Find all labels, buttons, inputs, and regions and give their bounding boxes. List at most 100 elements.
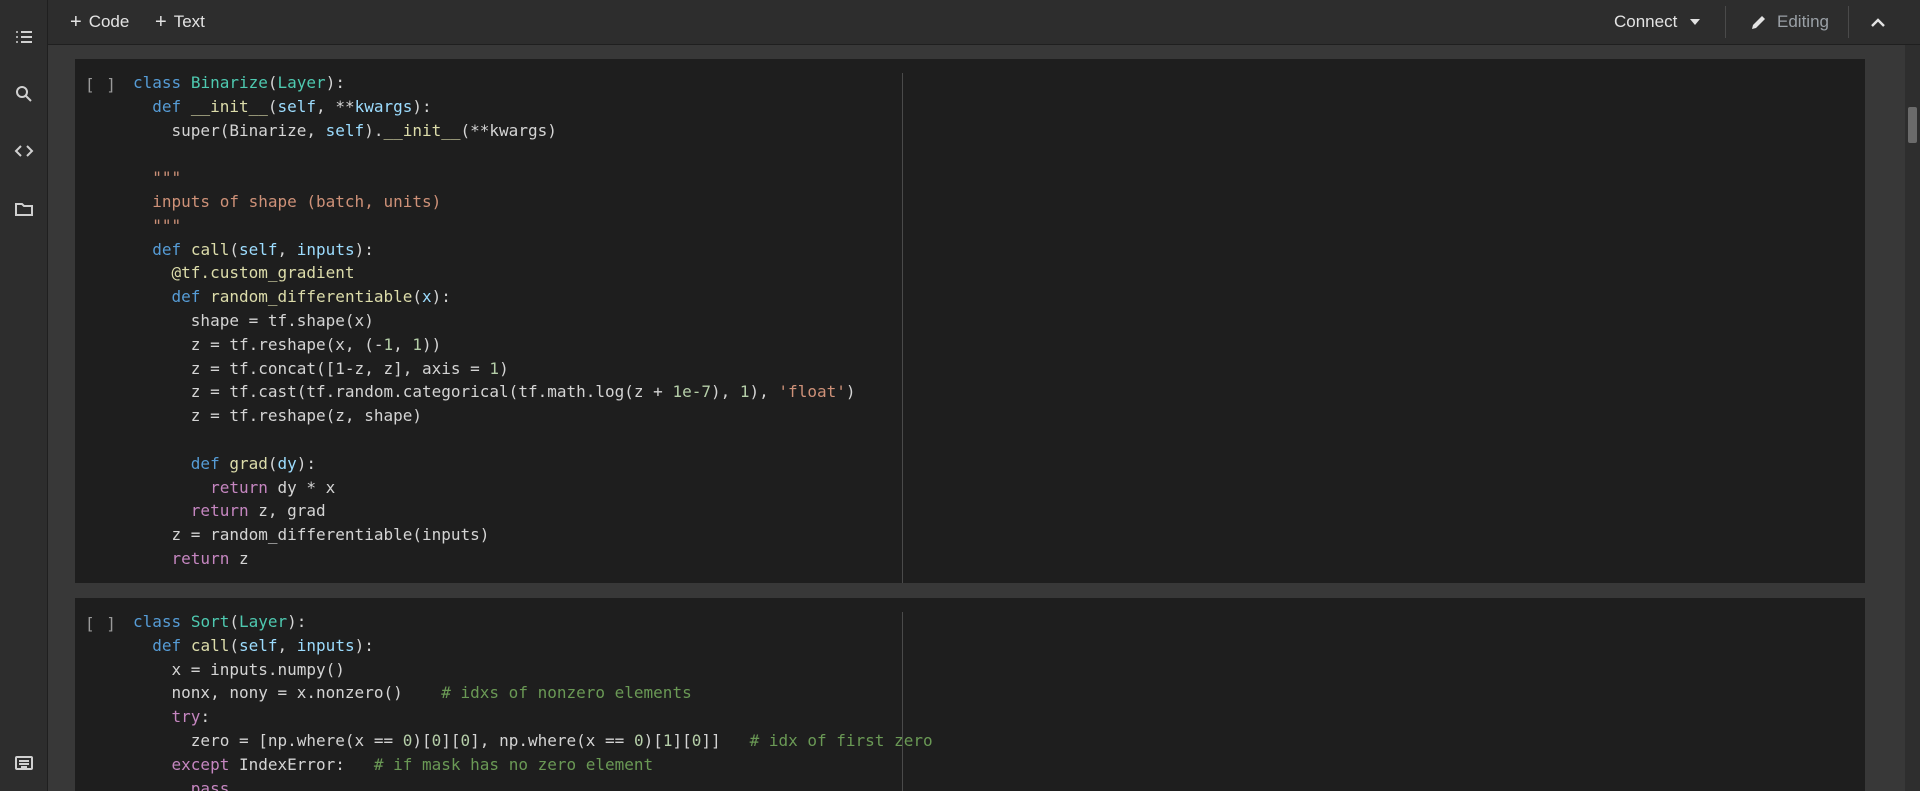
scrollbar-thumb[interactable] (1908, 107, 1917, 143)
code-token: super(Binarize, (133, 120, 326, 140)
code-token: z = tf.reshape(z, shape) (133, 406, 422, 426)
code-token: Layer (277, 73, 326, 92)
collapse-header-button[interactable] (1869, 10, 1887, 34)
code-line: class Binarize(Layer): (133, 71, 856, 95)
plus-icon: + (70, 11, 82, 33)
code-line: def __init__(self, **kwargs): (133, 95, 856, 119)
code-line: except IndexError: # if mask has no zero… (133, 753, 933, 777)
run-cell-button[interactable]: [ ] (85, 75, 117, 94)
terminal-icon[interactable] (9, 748, 39, 778)
code-token: 1 (383, 334, 394, 354)
code-token: ): (354, 635, 374, 655)
code-token: ( (229, 612, 239, 631)
code-token: )[ (412, 730, 432, 750)
code-line: def call(self, inputs): (133, 634, 933, 658)
code-snippets-icon[interactable] (9, 136, 39, 166)
code-token: ): (325, 73, 345, 92)
code-token: ( (412, 287, 423, 307)
folder-icon[interactable] (9, 194, 39, 224)
code-token: )) (422, 334, 442, 354)
run-cell-button[interactable]: [ ] (85, 614, 117, 633)
code-token: ], np.where(x == (470, 730, 634, 750)
code-token: self (238, 239, 278, 259)
code-line: nonx, nony = x.nonzero() # idxs of nonze… (133, 681, 933, 705)
code-token: )[ (643, 730, 663, 750)
pencil-icon (1752, 16, 1765, 29)
toolbar-divider (1848, 6, 1849, 38)
code-token: ), (710, 382, 740, 402)
code-token: 1 (489, 358, 500, 378)
code-line: def random_differentiable(x): (133, 285, 856, 309)
search-icon[interactable] (9, 79, 39, 109)
code-token: 1 (412, 334, 422, 354)
code-token: zero = [np.where(x == (133, 730, 403, 750)
code-token: ][ (441, 730, 461, 750)
code-editor[interactable]: class Sort(Layer): def call(self, inputs… (133, 610, 933, 791)
code-token: z = tf.reshape(x, (- (133, 334, 384, 354)
code-token: Layer (238, 612, 288, 631)
code-token: self (238, 635, 278, 655)
add-text-cell-button[interactable]: + Text (155, 10, 205, 34)
code-cell[interactable]: [ ] class Sort(Layer): def call(self, in… (75, 598, 1865, 791)
code-line: x = inputs.numpy() (133, 658, 933, 682)
code-line: try: (133, 705, 933, 729)
code-token: ), (749, 382, 779, 402)
code-token: inputs of shape (batch, units) (152, 191, 442, 211)
code-line: z = tf.cast(tf.random.categorical(tf.mat… (133, 380, 856, 404)
code-token: random_differentiable (210, 287, 413, 307)
editing-mode-button[interactable]: Editing (1749, 10, 1829, 34)
code-token: call (190, 239, 230, 259)
code-token: def (152, 239, 182, 259)
line-length-ruler (902, 73, 903, 583)
code-token: try (171, 707, 201, 727)
code-token: ( (229, 635, 239, 655)
code-token: Binarize (190, 73, 268, 92)
code-line: return z, grad (133, 499, 856, 523)
code-token: 0 (633, 730, 644, 750)
code-token: return (171, 548, 230, 568)
vertical-scrollbar[interactable] (1905, 45, 1920, 791)
connect-button[interactable]: Connect (1614, 10, 1701, 34)
code-token: z = random_differentiable(inputs) (133, 525, 490, 545)
code-token: 0 (402, 730, 413, 750)
code-token: ( (267, 453, 278, 473)
code-token: pass (190, 778, 230, 791)
code-token: class (133, 612, 182, 631)
code-editor[interactable]: class Binarize(Layer): def __init__(self… (133, 71, 856, 571)
toolbar-divider (1725, 6, 1726, 38)
code-token: call (190, 635, 230, 655)
add-code-cell-button[interactable]: + Code (70, 10, 129, 34)
code-token: kwargs (354, 96, 413, 116)
code-line: shape = tf.shape(x) (133, 309, 856, 333)
plus-icon: + (155, 11, 167, 33)
code-cell[interactable]: [ ] class Binarize(Layer): def __init__(… (75, 59, 1865, 583)
code-token: def (171, 287, 201, 307)
code-line: return dy * x (133, 476, 856, 500)
code-token: ): (296, 453, 317, 473)
code-token: nonx, nony = x.nonzero() (133, 683, 442, 703)
code-token: z (229, 548, 249, 568)
editing-label: Editing (1777, 12, 1829, 31)
code-token: 0 (431, 730, 442, 750)
code-token: grad (229, 453, 268, 473)
left-sidebar (0, 0, 48, 791)
code-token: z = tf.cast(tf.random.categorical(tf.mat… (133, 382, 673, 402)
code-line: z = tf.concat([1-z, z], axis = 1) (133, 357, 856, 381)
dropdown-arrow-icon[interactable] (1689, 18, 1701, 26)
table-of-contents-icon[interactable] (9, 22, 39, 52)
code-token: z = tf.concat([1-z, z], axis = (133, 358, 490, 378)
code-line: def call(self, inputs): (133, 238, 856, 262)
code-token: , (393, 334, 413, 354)
code-line: """ (133, 166, 856, 190)
